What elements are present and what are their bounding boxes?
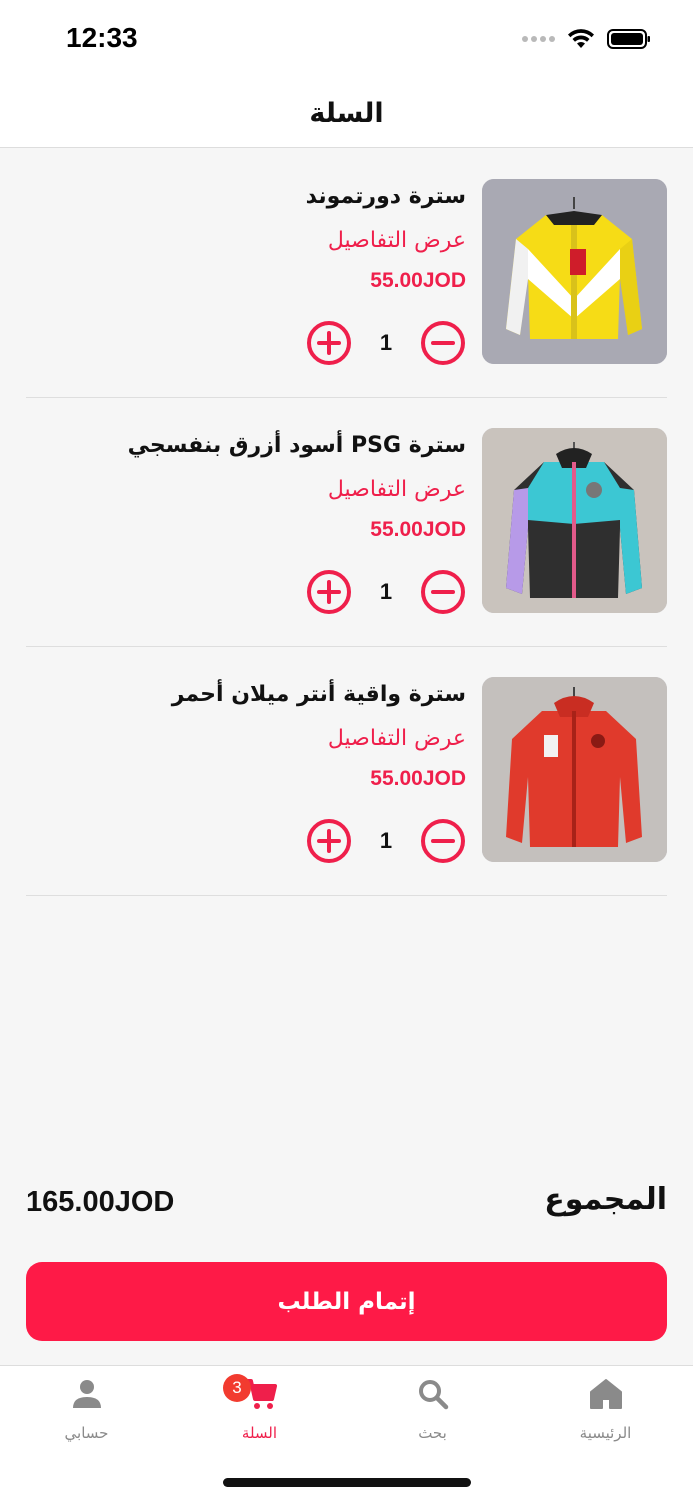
- navigation-header: السلة: [0, 80, 693, 148]
- checkout-button[interactable]: إتمام الطلب: [26, 1262, 667, 1341]
- quantity-stepper: 1: [306, 818, 466, 866]
- product-image[interactable]: [482, 428, 667, 613]
- tab-label: الرئيسية: [579, 1424, 632, 1442]
- decrease-quantity-button[interactable]: [420, 818, 466, 864]
- signal-icon: [522, 36, 555, 42]
- product-name: سترة واقية أنتر ميلان أحمر: [171, 682, 466, 707]
- home-icon: [589, 1379, 622, 1409]
- view-details-link[interactable]: عرض التفاصيل: [36, 472, 466, 508]
- minus-circle-icon: [421, 321, 465, 365]
- cart-item: سترة دورتموند عرض التفاصيل 55.00JOD 1: [26, 149, 667, 398]
- item-info: سترة واقية أنتر ميلان أحمر عرض التفاصيل …: [36, 677, 466, 795]
- minus-circle-icon: [421, 570, 465, 614]
- battery-icon: [607, 29, 650, 49]
- total-amount: 165.00JOD: [26, 1186, 175, 1218]
- tab-label: السلة: [241, 1424, 278, 1442]
- quantity-value: 1: [379, 828, 393, 853]
- view-details-link[interactable]: عرض التفاصيل: [36, 223, 466, 259]
- red-jacket-icon: [482, 677, 667, 862]
- item-info: سترة PSG أسود أزرق بنفسجي عرض التفاصيل 5…: [36, 428, 466, 546]
- view-details-link[interactable]: عرض التفاصيل: [36, 721, 466, 757]
- status-time: 12:33: [66, 22, 138, 53]
- status-icons: [522, 28, 651, 50]
- quantity-value: 1: [379, 579, 393, 604]
- product-name: سترة PSG أسود أزرق بنفسجي: [127, 433, 466, 458]
- product-image[interactable]: [482, 179, 667, 364]
- home-indicator: [223, 1478, 471, 1487]
- page-title: السلة: [309, 98, 384, 129]
- person-icon: [72, 1380, 101, 1408]
- product-price: 55.00JOD: [370, 518, 466, 541]
- decrease-quantity-button[interactable]: [420, 320, 466, 366]
- tab-label: حسابي: [64, 1424, 109, 1442]
- plus-circle-icon: [307, 570, 351, 614]
- product-price: 55.00JOD: [370, 269, 466, 292]
- tab-search[interactable]: بحث: [346, 1366, 519, 1456]
- status-bar: 12:33: [0, 0, 693, 80]
- total-row: المجموع 165.00JOD: [26, 1182, 667, 1230]
- tab-account[interactable]: حسابي: [0, 1366, 173, 1456]
- decrease-quantity-button[interactable]: [420, 569, 466, 615]
- item-info: سترة دورتموند عرض التفاصيل 55.00JOD: [36, 179, 466, 297]
- total-label: المجموع: [544, 1182, 667, 1217]
- product-price: 55.00JOD: [370, 767, 466, 790]
- plus-circle-icon: [307, 321, 351, 365]
- product-name: سترة دورتموند: [305, 184, 466, 209]
- increase-quantity-button[interactable]: [306, 818, 352, 864]
- tab-label: بحث: [418, 1424, 447, 1442]
- wifi-icon: [568, 29, 594, 48]
- cart-count-badge: 3: [223, 1374, 251, 1402]
- quantity-value: 1: [379, 330, 393, 355]
- cart-list: سترة دورتموند عرض التفاصيل 55.00JOD 1 ست…: [0, 149, 693, 896]
- cart-item: سترة واقية أنتر ميلان أحمر عرض التفاصيل …: [26, 647, 667, 896]
- tab-home[interactable]: الرئيسية: [519, 1366, 692, 1456]
- quantity-stepper: 1: [306, 569, 466, 617]
- increase-quantity-button[interactable]: [306, 320, 352, 366]
- product-image[interactable]: [482, 677, 667, 862]
- plus-circle-icon: [307, 819, 351, 863]
- cart-item: سترة PSG أسود أزرق بنفسجي عرض التفاصيل 5…: [26, 398, 667, 647]
- black-cyan-purple-jacket-icon: [482, 428, 667, 613]
- tab-cart[interactable]: 3 السلة: [173, 1366, 346, 1456]
- minus-circle-icon: [421, 819, 465, 863]
- quantity-stepper: 1: [306, 320, 466, 368]
- yellow-white-jacket-icon: [482, 179, 667, 364]
- search-icon: [418, 1380, 448, 1410]
- increase-quantity-button[interactable]: [306, 569, 352, 615]
